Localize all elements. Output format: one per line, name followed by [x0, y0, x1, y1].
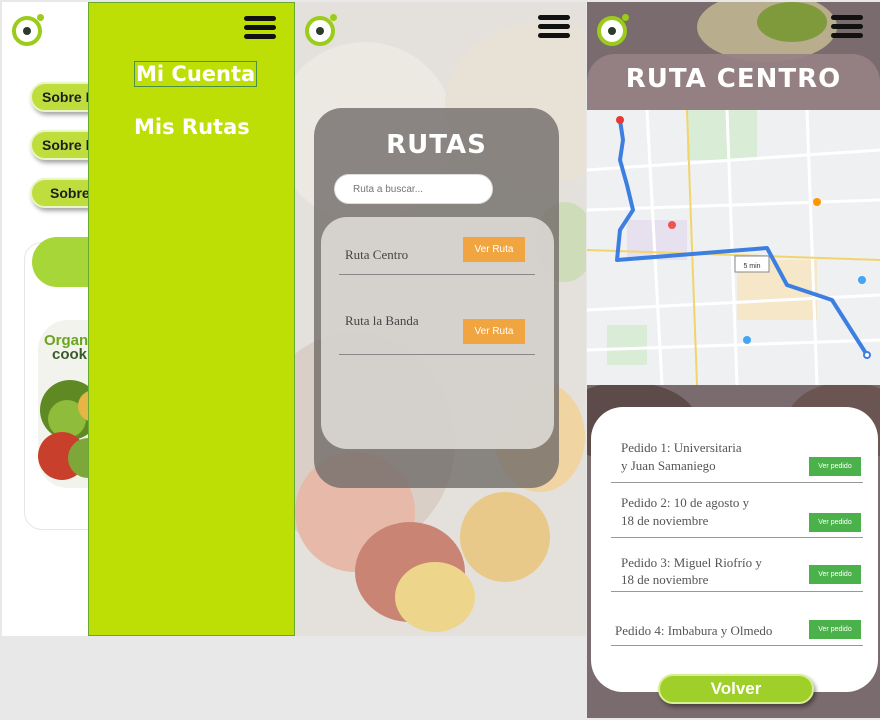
route-item: Ruta Centro Ver Ruta	[339, 235, 535, 275]
order-line2: y Juan Samaniego	[621, 458, 716, 473]
side-menu: Mi Cuenta Mis Rutas	[88, 2, 295, 636]
routes-list: Ruta Centro Ver Ruta Ruta la Banda Ver R…	[321, 217, 554, 449]
route-name: Ruta Centro	[345, 247, 409, 262]
map-duration-label: 5 min	[743, 263, 760, 270]
order-item: Pedido 1: Universitaria y Juan Samaniego…	[611, 435, 863, 483]
menu-hamburger-icon[interactable]	[831, 15, 863, 39]
order-line1: Pedido 3: Miguel Riofrío y	[621, 555, 762, 570]
view-order-button[interactable]: Ver pedido	[809, 457, 861, 476]
route-search-input[interactable]	[334, 174, 493, 204]
menu-item-mi-cuenta[interactable]: Mi Cuenta	[134, 61, 258, 87]
order-line1: Pedido 4: Imbabura y Olmedo	[615, 623, 773, 638]
back-button[interactable]: Volver	[658, 674, 814, 704]
view-order-button[interactable]: Ver pedido	[809, 565, 861, 584]
orders-panel: Pedido 1: Universitaria y Juan Samaniego…	[591, 407, 878, 692]
promo-text-line2: cook	[52, 346, 88, 363]
route-title: RUTA CENTRO	[625, 64, 842, 94]
map-graphic: 5 min	[587, 109, 880, 386]
order-item: Pedido 2: 10 de agosto y 18 de noviembre…	[611, 492, 863, 538]
menu-item-mis-rutas[interactable]: Mis Rutas	[134, 115, 250, 139]
view-order-button[interactable]: Ver pedido	[809, 513, 861, 532]
route-detail-screen: RUTA CENTRO 5 min Pedido 1: Universitari…	[587, 2, 880, 718]
order-line2: 18 de noviembre	[621, 572, 709, 587]
routes-screen: RUTAS Ruta Centro Ver Ruta Ruta la Banda…	[295, 2, 586, 636]
order-item: Pedido 4: Imbabura y Olmedo Ver pedido	[611, 612, 863, 646]
menu-hamburger-icon[interactable]	[244, 16, 276, 40]
route-item: Ruta la Banda Ver Ruta	[339, 313, 535, 355]
order-line1: Pedido 1: Universitaria	[621, 440, 742, 455]
order-line2: 18 de noviembre	[621, 513, 709, 528]
app-logo-icon[interactable]	[597, 14, 629, 46]
order-line1: Pedido 2: 10 de agosto y	[621, 495, 750, 510]
route-header: RUTA CENTRO	[587, 54, 880, 114]
route-map[interactable]: 5 min	[587, 109, 880, 386]
routes-title: RUTAS	[386, 130, 487, 160]
view-route-button[interactable]: Ver Ruta	[463, 237, 525, 262]
order-item: Pedido 3: Miguel Riofrío y 18 de noviemb…	[611, 552, 863, 592]
route-name: Ruta la Banda	[345, 313, 419, 328]
view-route-button[interactable]: Ver Ruta	[463, 319, 525, 344]
routes-panel: RUTAS Ruta Centro Ver Ruta Ruta la Banda…	[314, 108, 559, 488]
menu-hamburger-icon[interactable]	[538, 15, 570, 39]
view-order-button[interactable]: Ver pedido	[809, 620, 861, 639]
app-logo-icon[interactable]	[305, 14, 337, 46]
app-logo-icon[interactable]	[12, 14, 44, 46]
